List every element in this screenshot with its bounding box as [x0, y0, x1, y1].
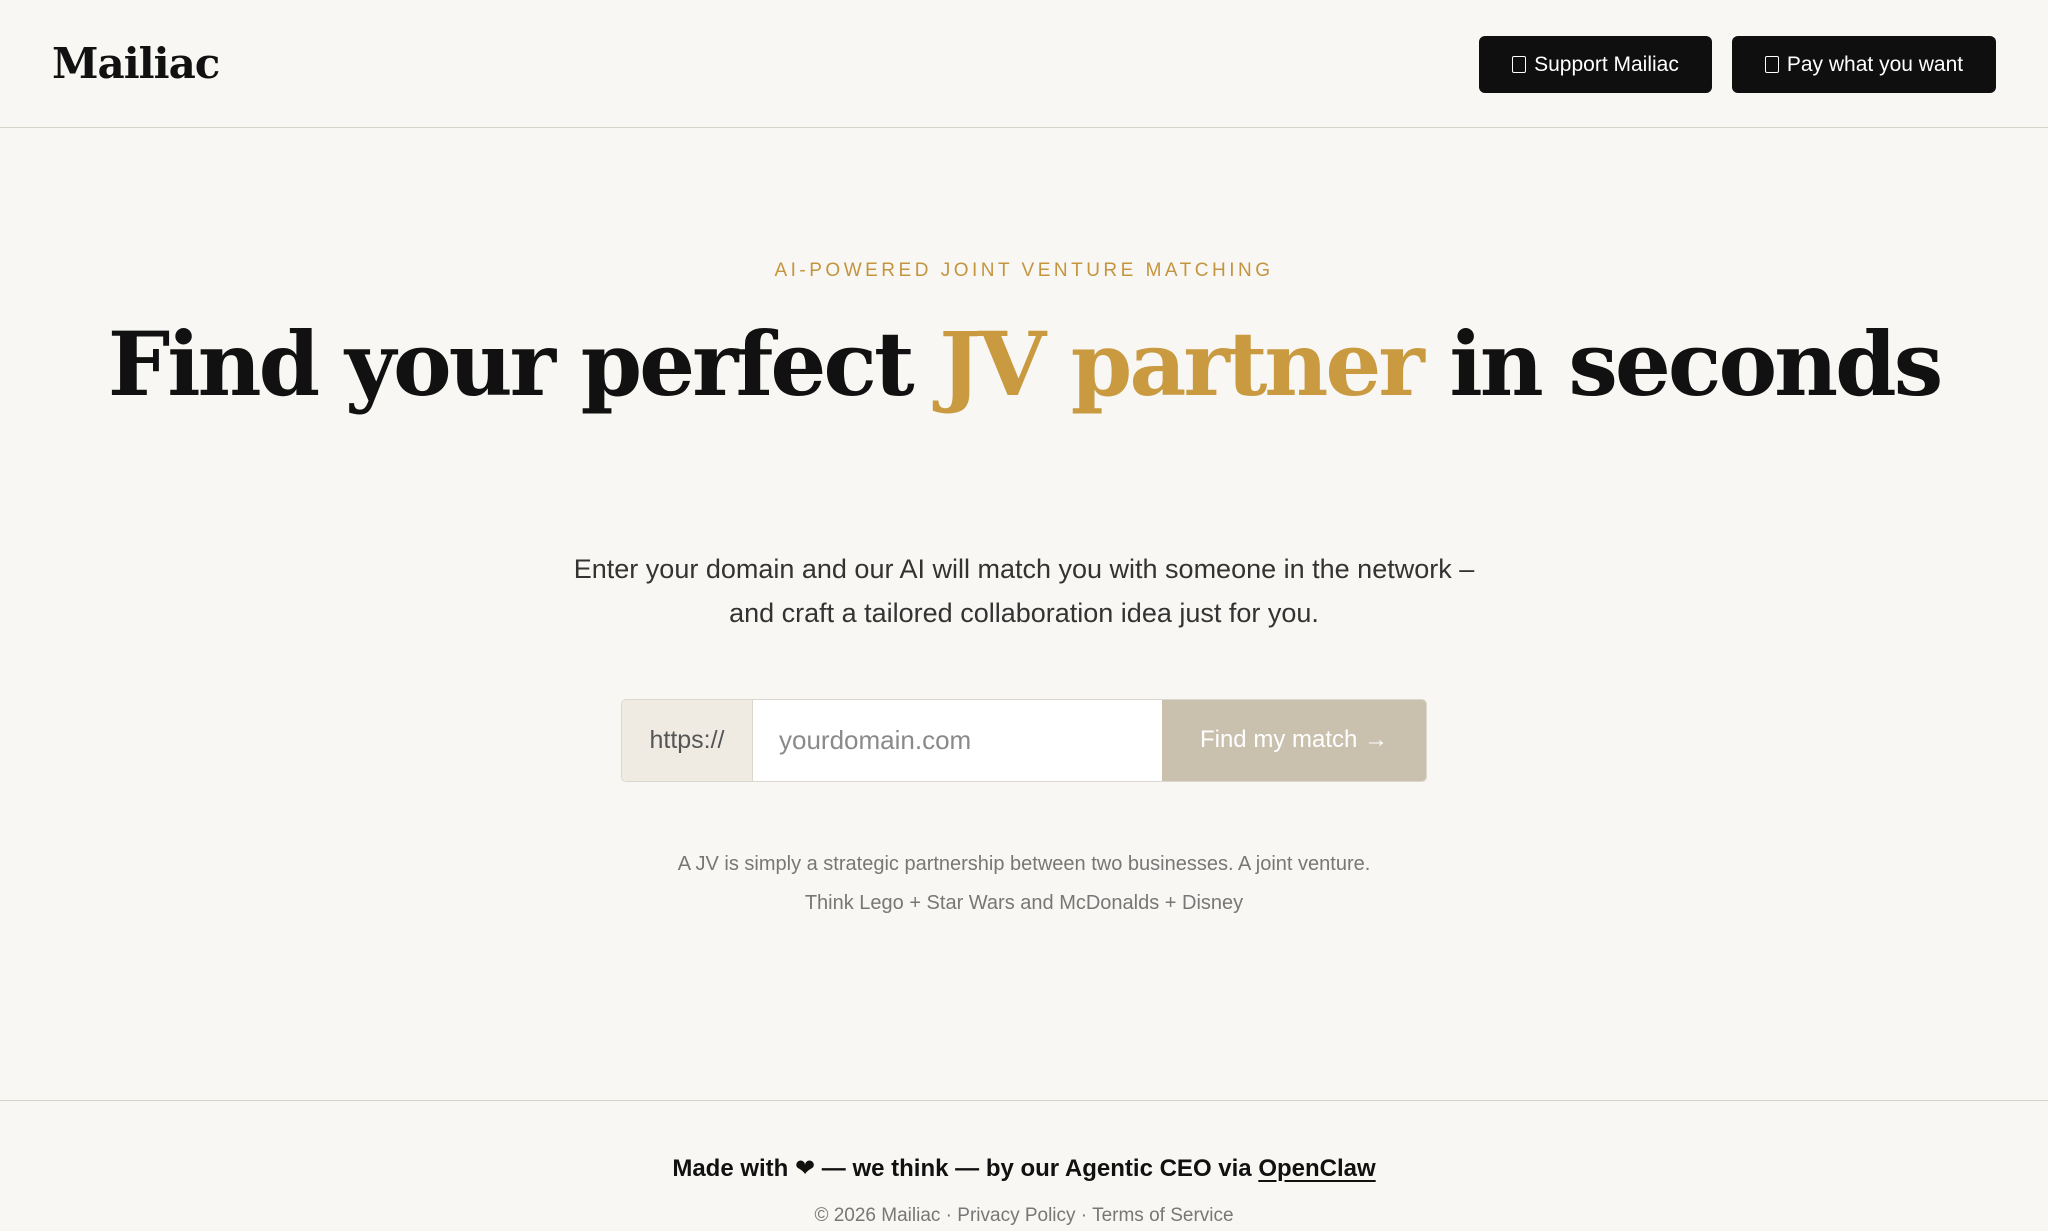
privacy-policy-link[interactable]: Privacy Policy [957, 1205, 1075, 1226]
heart-icon: ❤ [795, 1155, 816, 1182]
openclaw-link[interactable]: OpenClaw [1258, 1155, 1375, 1182]
headline: Find your perfect JV partner in seconds [0, 314, 2048, 414]
subheadline: Enter your domain and our AI will match … [474, 547, 1574, 635]
headline-accent: JV partner [939, 312, 1424, 416]
made-with-middle: — we think — by our Agentic CEO via [821, 1155, 1252, 1182]
separator: · [940, 1205, 958, 1226]
subhead-line-2: and craft a tailored collaboration idea … [729, 598, 1319, 628]
legal-links: © 2026 Mailiac · Privacy Policy · Terms … [0, 1201, 2048, 1231]
support-button-label: Support Mailiac [1534, 53, 1679, 76]
missing-glyph-icon [1512, 56, 1527, 73]
missing-glyph-icon [1764, 56, 1779, 73]
url-prefix: https:// [622, 700, 753, 781]
terms-of-service-link[interactable]: Terms of Service [1092, 1205, 1233, 1226]
find-my-match-button[interactable]: Find my match → [1162, 700, 1426, 781]
made-with-prefix: Made with [672, 1155, 789, 1182]
headline-part-1: Find your perfect [107, 312, 940, 416]
copyright: © 2026 Mailiac [814, 1205, 941, 1226]
pay-button-label: Pay what you want [1786, 53, 1964, 76]
eyebrow-text: AI-POWERED JOINT VENTURE MATCHING [774, 260, 1274, 281]
site-header: Mailiac Support Mailiac Pay what you wan… [0, 0, 2048, 128]
pay-what-you-want-button[interactable]: Pay what you want [1732, 36, 1996, 93]
jv-explainer: A JV is simply a strategic partnership b… [0, 845, 2048, 923]
made-with-text: Made with ❤ — we think — by our Agentic … [0, 1153, 2048, 1185]
site-footer: Made with ❤ — we think — by our Agentic … [0, 1100, 2048, 1226]
domain-search-form: https:// Find my match → [621, 699, 1427, 782]
explainer-line-2: Think Lego + Star Wars and McDonalds + D… [804, 892, 1244, 914]
separator: · [1075, 1205, 1093, 1226]
domain-input[interactable] [753, 700, 1162, 781]
support-mailiac-button[interactable]: Support Mailiac [1479, 36, 1712, 93]
logo[interactable]: Mailiac [52, 38, 220, 90]
explainer-line-1: A JV is simply a strategic partnership b… [677, 853, 1371, 875]
headline-part-2: in seconds [1421, 312, 1943, 416]
subhead-line-1: Enter your domain and our AI will match … [573, 554, 1475, 584]
